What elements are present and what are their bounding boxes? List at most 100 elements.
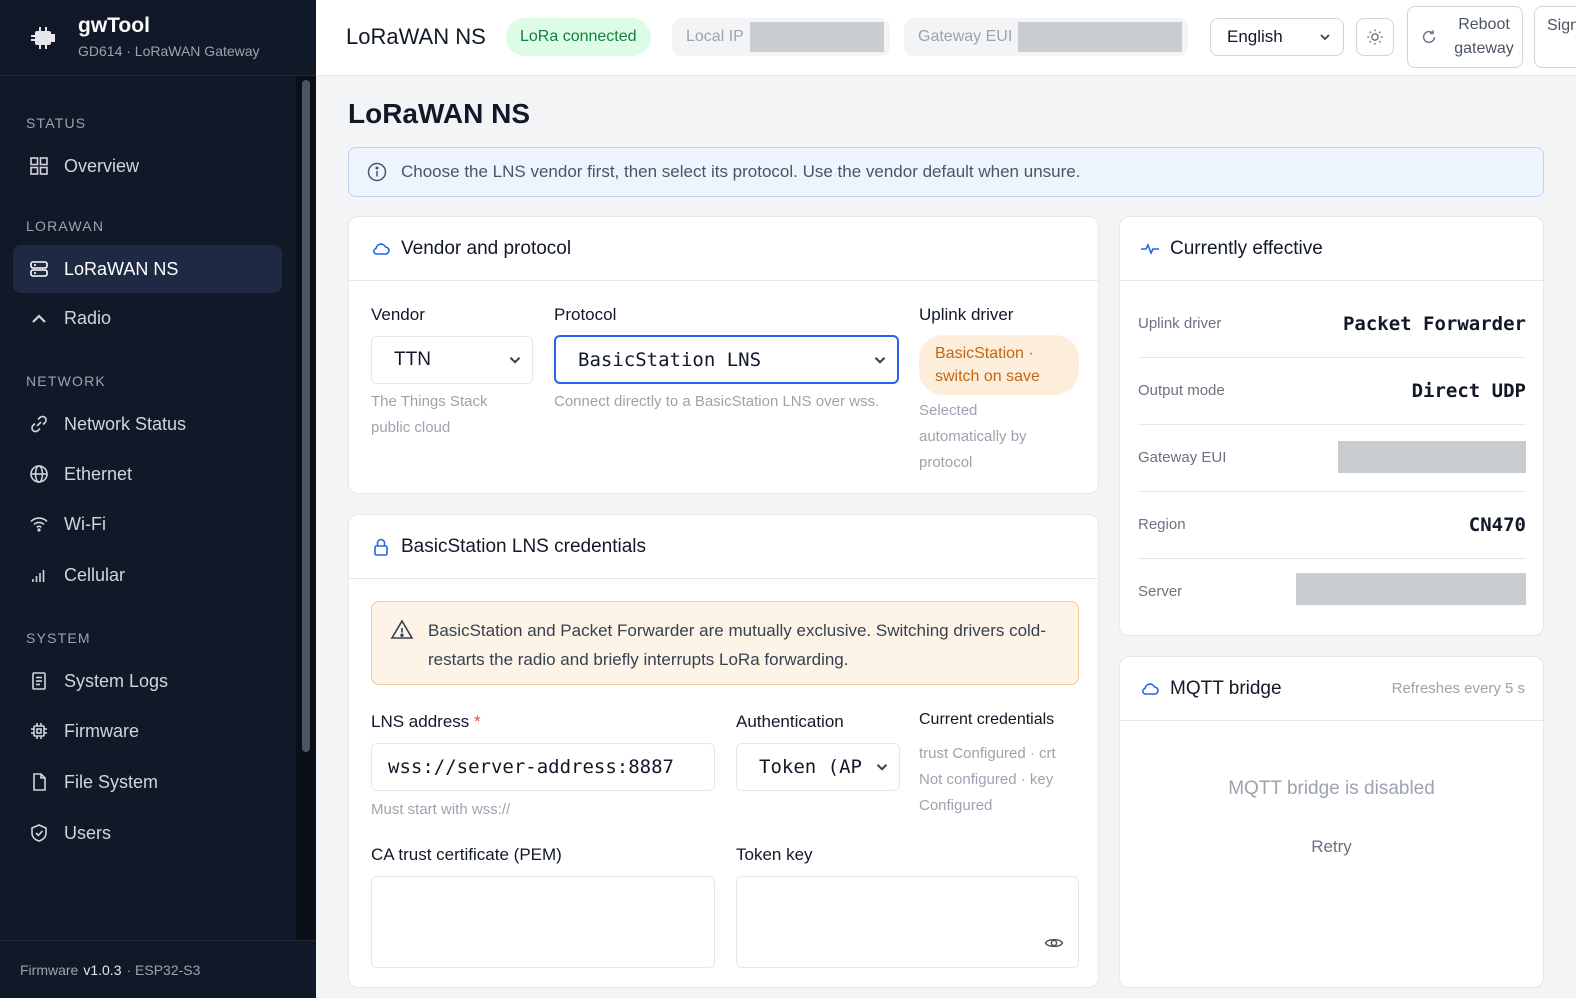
row-value: CN470 — [1468, 514, 1526, 536]
info-icon — [367, 162, 387, 182]
chevron-down-icon — [509, 357, 521, 364]
sidebar-item-label: Network Status — [64, 413, 187, 434]
sidebar-item-cellular[interactable]: Cellular — [13, 551, 282, 599]
chevron-down-icon — [1320, 34, 1330, 41]
sidebar-item-label: System Logs — [64, 670, 169, 691]
lora-status-badge: LoRa connected — [506, 18, 651, 56]
pulse-icon — [1141, 242, 1159, 255]
sidebar-item-users[interactable]: Users — [13, 809, 282, 857]
protocol-help: Connect directly to a BasicStation LNS o… — [554, 393, 880, 410]
redacted-value — [1296, 573, 1526, 605]
page-title: LoRaWAN NS — [348, 98, 530, 129]
effective-row-server: Server — [1138, 559, 1526, 626]
vendor-value: TTN — [394, 349, 431, 370]
chip-icon — [28, 720, 50, 742]
protocol-select[interactable]: BasicStation LNS — [554, 335, 899, 384]
current-credentials-label: Current credentials — [919, 711, 1055, 728]
sidebar-item-label: File System — [64, 771, 159, 792]
effective-row-output: Output mode Direct UDP — [1138, 358, 1526, 425]
uplink-driver-help: Selected automatically by protocol — [919, 402, 1027, 471]
grid-icon — [28, 155, 50, 177]
credentials-line: Configured — [919, 797, 993, 814]
reboot-gateway-button[interactable]: Reboot gateway — [1407, 6, 1523, 68]
sidebar-nav: STATUS Overview LORAWAN LoRaWAN NS Radio… — [0, 76, 296, 940]
ca-certificate-textarea[interactable] — [371, 876, 715, 968]
lns-address-label: LNS address * — [371, 712, 481, 732]
lns-address-input[interactable]: wss://server-address:8887 — [371, 743, 715, 791]
card-header: Currently effective — [1120, 217, 1543, 281]
vendor-help: The Things Stack public cloud — [371, 393, 488, 436]
firmware-version: v1.0.3 — [83, 961, 122, 978]
sidebar-item-label: LoRaWAN NS — [64, 258, 179, 279]
row-label: Region — [1138, 516, 1186, 533]
chevron-down-icon — [874, 357, 886, 364]
vendor-select[interactable]: TTN — [371, 336, 533, 384]
sidebar-item-label: Wi-Fi — [64, 513, 106, 534]
sidebar-item-file-system[interactable]: File System — [13, 758, 282, 806]
server-icon — [28, 258, 50, 280]
row-label: Gateway EUI — [1138, 449, 1227, 466]
sidebar-item-ethernet[interactable]: Ethernet — [13, 450, 282, 498]
sidebar-item-lorawan-ns[interactable]: LoRaWAN NS — [13, 245, 282, 293]
token-key-textarea[interactable] — [736, 876, 1079, 968]
local-ip-chip: Local IP — [672, 18, 890, 56]
sidebar-item-label: Cellular — [64, 564, 126, 585]
firmware-label: Firmware — [20, 961, 79, 978]
sidebar-item-label: Ethernet — [64, 463, 133, 484]
mqtt-empty-message: MQTT bridge is disabled — [1228, 778, 1435, 799]
redacted-value — [1338, 441, 1526, 473]
gateway-eui-chip: Gateway EUI — [904, 18, 1189, 56]
card-header: Vendor and protocol — [349, 217, 1098, 281]
lns-address-label-text: LNS address — [371, 712, 470, 731]
card-title: Vendor and protocol — [401, 237, 572, 259]
protocol-value: BasicStation LNS — [578, 348, 762, 371]
chevron-down-icon — [876, 764, 888, 771]
sidebar-scrollbar-thumb[interactable] — [302, 80, 310, 752]
lns-address-help: Must start with wss:// — [371, 801, 511, 818]
brand-name: gwTool — [78, 14, 150, 37]
mqtt-bridge-card: MQTT bridge Refreshes every 5 s MQTT bri… — [1119, 656, 1544, 988]
sidebar-item-firmware[interactable]: Firmware — [13, 707, 282, 755]
sidebar-footer: Firmware v1.0.3 · ESP32-S3 — [0, 940, 316, 998]
sidebar-item-system-logs[interactable]: System Logs — [13, 657, 282, 705]
local-ip-redacted — [749, 22, 884, 52]
current-credentials-status: trust Configured · crt Not configured · … — [919, 741, 1056, 819]
cloud-icon — [1142, 682, 1159, 695]
gateway-eui-redacted — [1018, 22, 1183, 52]
sidebar-item-radio[interactable]: Radio — [13, 294, 282, 342]
language-select[interactable]: English — [1210, 18, 1344, 56]
ca-certificate-label: CA trust certificate (PEM) — [371, 845, 562, 864]
sign-out-button[interactable]: Sign out — [1534, 6, 1576, 68]
uplink-driver-label: Uplink driver — [919, 305, 1014, 324]
file-icon — [28, 771, 50, 793]
topbar-title: LoRaWAN NS — [346, 24, 486, 49]
vendor-protocol-card: Vendor and protocol Vendor TTN The Thing… — [348, 216, 1099, 494]
gateway-logo-icon — [31, 27, 55, 49]
sidebar-item-network-status[interactable]: Network Status — [13, 400, 282, 448]
brand-header: gwTool GD614 · LoRaWAN Gateway — [0, 0, 316, 76]
row-label: Server — [1138, 583, 1183, 600]
sidebar-item-overview[interactable]: Overview — [13, 142, 282, 190]
credentials-card: BasicStation LNS credentials BasicStatio… — [348, 514, 1099, 988]
globe-icon — [28, 463, 50, 485]
row-value: Direct UDP — [1411, 380, 1526, 402]
uplink-driver-badge: BasicStation · switch on save — [919, 335, 1079, 395]
card-header: BasicStation LNS credentials — [349, 515, 1098, 579]
eye-icon[interactable] — [1044, 933, 1064, 953]
sidebar-item-wifi[interactable]: Wi-Fi — [13, 500, 282, 548]
log-file-icon — [28, 670, 50, 692]
card-title: MQTT bridge — [1170, 677, 1282, 699]
info-banner-text: Choose the LNS vendor first, then select… — [401, 162, 1081, 181]
signal-bars-icon — [28, 564, 50, 586]
theme-toggle-button[interactable] — [1356, 18, 1394, 56]
effective-row-region: Region CN470 — [1138, 492, 1526, 559]
effective-row-uplink: Uplink driver Packet Forwarder — [1138, 291, 1526, 358]
nav-section-network: NETWORK — [26, 373, 106, 389]
local-ip-label: Local IP — [686, 28, 744, 45]
chip-model: · ESP32-S3 — [126, 961, 201, 978]
authentication-select[interactable]: Token (AP — [736, 743, 900, 791]
cloud-icon — [373, 242, 390, 255]
top-bar: LoRaWAN NS LoRa connected Local IP Gatew… — [316, 0, 1576, 76]
credentials-line: trust Configured · crt — [919, 745, 1056, 762]
retry-button[interactable]: Retry — [1120, 837, 1543, 857]
